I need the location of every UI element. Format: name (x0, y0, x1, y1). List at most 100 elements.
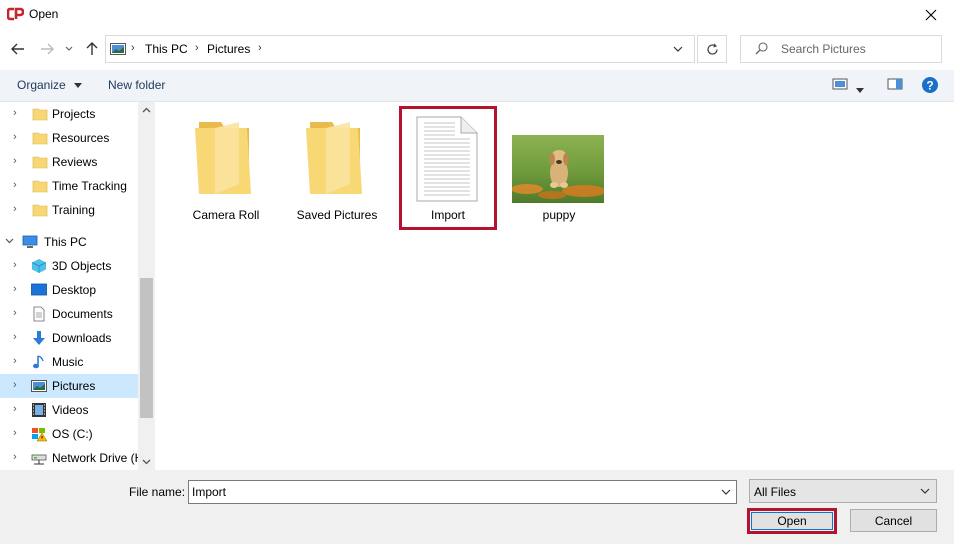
sidebar-item-label: Network Drive (H (52, 451, 144, 465)
chevron-down-icon (65, 46, 73, 51)
file-name: Import (430, 208, 465, 222)
sidebar-item-reviews[interactable]: › Reviews (0, 150, 138, 174)
navigation-pane: › Projects › Resources › Reviews › Time … (0, 102, 155, 470)
folder-icon (32, 204, 48, 217)
chevron-down-icon[interactable] (721, 489, 731, 495)
sidebar-item-videos[interactable]: › Videos (0, 398, 138, 422)
sidebar-scrollbar[interactable] (138, 102, 155, 470)
sidebar-item-label: Documents (52, 307, 113, 321)
chevron-right-icon[interactable]: › (13, 331, 17, 343)
cube-icon (31, 259, 47, 273)
drive-warning-icon (32, 428, 47, 442)
close-button[interactable] (908, 0, 954, 30)
scroll-thumb[interactable] (140, 278, 153, 418)
sidebar-item-pictures[interactable]: › Pictures (0, 374, 138, 398)
sidebar-item-documents[interactable]: › Documents (0, 302, 138, 326)
scroll-down-button[interactable] (138, 454, 155, 470)
folder-icon (32, 180, 48, 193)
chevron-down-icon (920, 488, 930, 494)
chevron-down-icon (673, 46, 683, 52)
folder-icon (32, 156, 48, 169)
address-dropdown-button[interactable] (662, 36, 694, 62)
chevron-right-icon[interactable]: › (13, 403, 17, 415)
file-item-import[interactable]: Import (398, 112, 498, 222)
music-icon (33, 355, 44, 369)
cancel-button[interactable]: Cancel (850, 509, 937, 532)
chevron-right-icon[interactable]: › (13, 179, 17, 191)
file-item-saved-pictures[interactable]: Saved Pictures (287, 112, 387, 222)
sidebar-item-downloads[interactable]: › Downloads (0, 326, 138, 350)
recent-locations-button[interactable] (62, 38, 76, 60)
file-type-value: All Files (754, 485, 797, 499)
new-folder-button[interactable]: New folder (108, 78, 165, 92)
dialog-footer: File name: All Files Open Cancel (0, 470, 954, 544)
sidebar-item-resources[interactable]: › Resources (0, 126, 138, 150)
file-name: Saved Pictures (296, 208, 378, 222)
search-box[interactable] (740, 35, 942, 63)
help-button[interactable]: ? (921, 76, 939, 97)
sidebar-item-training[interactable]: › Training (0, 198, 138, 222)
arrow-up-icon (86, 42, 98, 55)
sidebar-item-music[interactable]: › Music (0, 350, 138, 374)
arrow-right-icon (41, 43, 54, 55)
folder-icon (195, 122, 251, 194)
sidebar-item-projects[interactable]: › Projects (0, 102, 138, 126)
search-icon (755, 42, 768, 55)
view-options-dropdown[interactable] (856, 82, 864, 96)
navigation-bar: › This PC › Pictures › (0, 30, 954, 68)
file-name-input[interactable] (192, 485, 712, 499)
chevron-right-icon[interactable]: › (13, 203, 17, 215)
sidebar-item-label: OS (C:) (52, 427, 93, 441)
back-button[interactable] (8, 38, 28, 60)
sidebar-item-label: Downloads (52, 331, 112, 345)
breadcrumb-separator: › (258, 42, 262, 54)
file-item-puppy[interactable]: puppy (509, 112, 609, 222)
chevron-right-icon[interactable]: › (13, 259, 17, 271)
chevron-right-icon[interactable]: › (13, 451, 17, 463)
address-bar[interactable]: › This PC › Pictures › (105, 35, 695, 63)
organize-label: Organize (17, 78, 66, 92)
sidebar-item-this-pc[interactable]: This PC (0, 230, 138, 254)
sidebar-item-label: Desktop (52, 283, 97, 297)
file-name-combobox[interactable] (188, 480, 737, 504)
chevron-down-icon[interactable] (5, 238, 14, 244)
file-name-label: File name: (129, 485, 186, 499)
sidebar-item-label: Music (52, 355, 84, 369)
sidebar-item-label: 3D Objects (52, 259, 112, 273)
arrow-left-icon (11, 43, 24, 55)
chevron-right-icon[interactable]: › (13, 307, 17, 319)
desktop-icon (31, 283, 47, 296)
chevron-right-icon[interactable]: › (13, 355, 17, 367)
folder-icon (32, 132, 48, 145)
caret-down-icon (74, 83, 83, 89)
sidebar-item-desktop[interactable]: › Desktop (0, 278, 138, 302)
breadcrumb-this-pc[interactable]: This PC (145, 42, 188, 56)
preview-pane-button[interactable] (887, 77, 903, 94)
scroll-up-button[interactable] (138, 102, 155, 118)
search-input[interactable] (781, 42, 931, 56)
organize-button[interactable]: Organize (17, 78, 83, 92)
sidebar-item-3d-objects[interactable]: › 3D Objects (0, 254, 138, 278)
sidebar-item-time-tracking[interactable]: › Time Tracking (0, 174, 138, 198)
breadcrumb-pictures[interactable]: Pictures (207, 42, 250, 56)
file-item-camera-roll[interactable]: Camera Roll (176, 112, 276, 222)
sidebar-item-os-c[interactable]: › OS (C:) (0, 422, 138, 446)
refresh-button[interactable] (697, 35, 727, 63)
chevron-right-icon[interactable]: › (13, 427, 17, 439)
download-icon (33, 331, 45, 345)
sidebar-item-network-drive[interactable]: › Network Drive (H (0, 446, 143, 470)
change-view-button[interactable] (832, 77, 848, 94)
close-icon (925, 9, 937, 21)
chevron-right-icon[interactable]: › (13, 131, 17, 143)
file-type-select[interactable]: All Files (749, 479, 937, 503)
chevron-right-icon[interactable]: › (13, 155, 17, 167)
chevron-right-icon[interactable]: › (13, 107, 17, 119)
up-button[interactable] (82, 38, 102, 60)
chevron-right-icon[interactable]: › (13, 283, 17, 295)
svg-text:?: ? (926, 79, 933, 93)
chevron-right-icon[interactable]: › (13, 379, 17, 391)
forward-button[interactable] (37, 38, 57, 60)
open-button[interactable]: Open (751, 512, 833, 530)
pictures-icon (31, 380, 47, 392)
breadcrumb-separator: › (195, 42, 199, 54)
